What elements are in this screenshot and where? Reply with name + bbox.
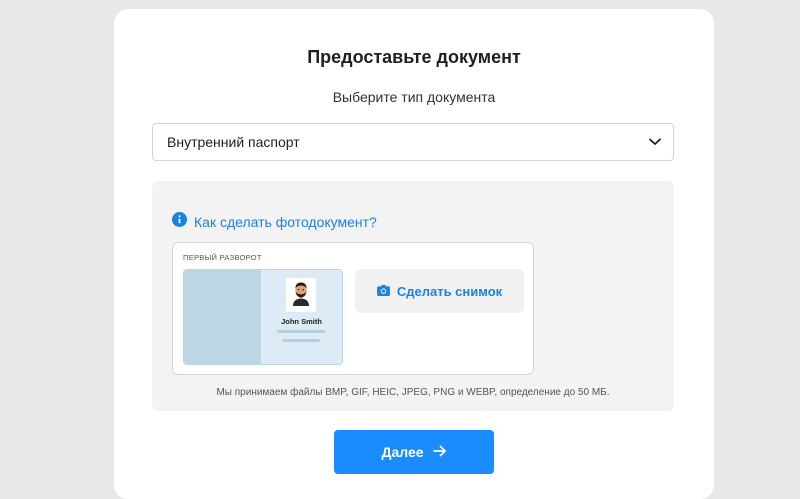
passport-left-page — [184, 270, 261, 364]
passport-placeholder-line — [277, 330, 325, 333]
passport-sample-name: John Smith — [281, 317, 322, 326]
avatar-icon — [291, 280, 311, 311]
document-type-select[interactable]: Внутренний паспорт — [152, 123, 674, 161]
camera-icon — [376, 284, 390, 299]
passport-photo — [286, 278, 316, 312]
howto-link-row[interactable]: Как сделать фотодокумент? — [172, 212, 377, 232]
page-title: Предоставьте документ — [307, 47, 521, 67]
accepted-formats-note: Мы принимаем файлы BMP, GIF, HEIC, JPEG,… — [216, 387, 610, 398]
next-button[interactable]: Далее — [334, 430, 494, 474]
spread-label: ПЕРВЫЙ РАЗВОРОТ — [183, 253, 262, 262]
arrow-right-icon — [432, 444, 447, 460]
chevron-down-icon — [649, 138, 661, 146]
upload-panel: Как сделать фотодокумент? ПЕРВЫЙ РАЗВОРО… — [152, 181, 674, 411]
page-subtitle: Выберите тип документа — [332, 89, 496, 105]
first-spread-box: ПЕРВЫЙ РАЗВОРОТ John Smith Сделать снимо… — [172, 242, 534, 375]
passport-right-page: John Smith — [261, 270, 342, 364]
info-icon — [172, 212, 187, 232]
passport-sample-image: John Smith — [183, 269, 343, 365]
take-photo-label: Сделать снимок — [396, 283, 503, 299]
next-button-label: Далее — [381, 444, 424, 460]
take-photo-button[interactable]: Сделать снимок — [355, 269, 524, 313]
passport-placeholder-line — [282, 339, 320, 342]
document-type-value: Внутренний паспорт — [167, 134, 300, 150]
howto-link[interactable]: Как сделать фотодокумент? — [194, 214, 377, 230]
document-upload-card: Предоставьте документ Выберите тип докум… — [114, 9, 714, 499]
